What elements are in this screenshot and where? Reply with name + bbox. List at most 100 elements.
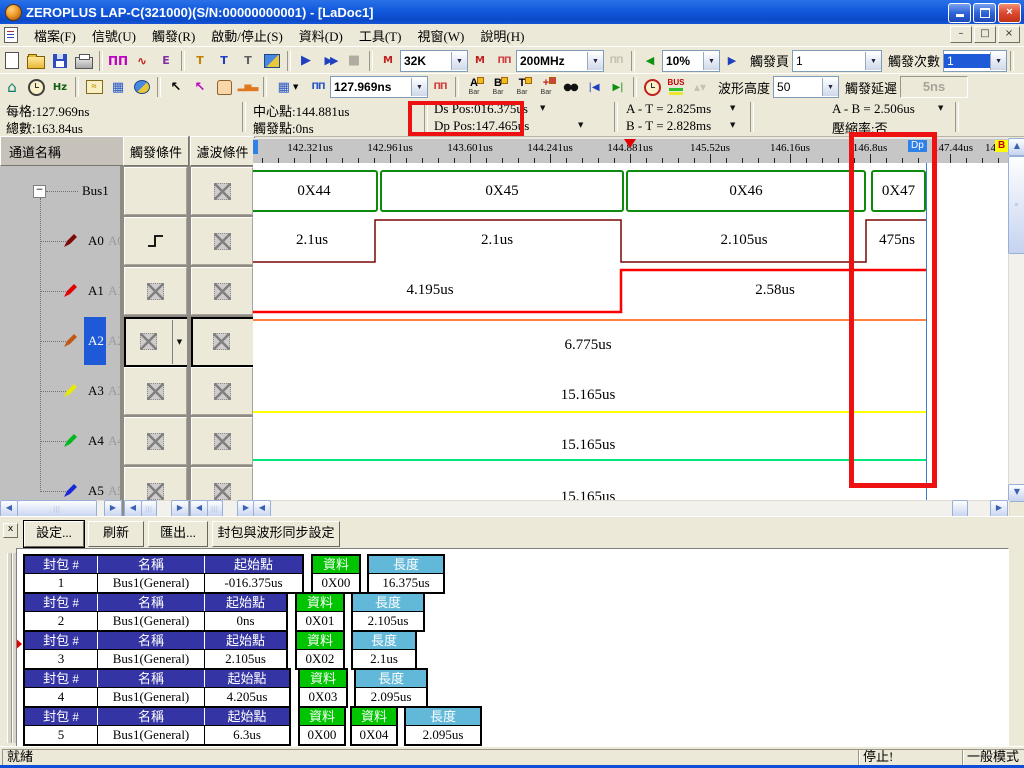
a-bar-button[interactable]: ABar: [462, 76, 486, 98]
waveform-window-button[interactable]: ≈: [82, 76, 106, 98]
time-div-dropdown-icon[interactable]: ▼: [411, 78, 427, 96]
trigger-count-combo[interactable]: 1 ▼: [943, 50, 1007, 72]
mdi-minimize-button[interactable]: –: [950, 26, 972, 43]
memory-prev-button[interactable]: M: [376, 50, 400, 72]
navigator-button[interactable]: [130, 76, 154, 98]
trigger-cell-a1[interactable]: [124, 267, 187, 315]
packet-row[interactable]: 封包 # 名稱 起始點 4 Bus1(General) 4.205us 資料 0…: [23, 668, 428, 708]
sampling-config-button[interactable]: ∿: [130, 50, 154, 72]
sampling-e-button[interactable]: E: [154, 50, 178, 72]
zoom-percent-combo[interactable]: 10% ▼: [662, 50, 720, 72]
sample-rate-combo[interactable]: 200MHz ▼: [516, 50, 604, 72]
menu-signal[interactable]: 信號(U): [84, 24, 144, 47]
filter-cell-a0[interactable]: [191, 217, 253, 265]
ds-pos-dropdown-icon[interactable]: ▼: [540, 104, 545, 112]
menu-data[interactable]: 資料(D): [291, 24, 351, 47]
b-t-dropdown-icon[interactable]: ▼: [730, 121, 735, 129]
scroll-down-icon[interactable]: ▼: [1008, 484, 1024, 502]
menu-file[interactable]: 檔案(F): [26, 24, 84, 47]
time-div-combo[interactable]: 127.969ns ▼: [330, 76, 428, 98]
packet-panel-close-icon[interactable]: x: [3, 523, 18, 538]
filter-cell-a2-selected[interactable]: [191, 317, 253, 367]
trigger-mark-2-button[interactable]: T: [212, 50, 236, 72]
goto-prev-button[interactable]: |◀: [582, 76, 606, 98]
bus-node-label[interactable]: Bus1: [82, 183, 109, 199]
zoom-in-button[interactable]: ▶: [720, 50, 744, 72]
packet-sync-button[interactable]: 封包與波形同步設定: [212, 521, 340, 547]
scroll-up-icon[interactable]: ▲: [1008, 138, 1024, 156]
packet-settings-button[interactable]: 設定...: [24, 521, 84, 547]
restore-button[interactable]: [973, 3, 996, 23]
trigger-cell-a0[interactable]: [124, 217, 187, 265]
channel-label-a5[interactable]: A5: [88, 483, 104, 499]
t-bar-button[interactable]: TBar: [510, 76, 534, 98]
bus-segment[interactable]: 0X45: [380, 170, 624, 212]
trigger-cell-a2-selected[interactable]: ▼: [124, 317, 187, 367]
menu-help[interactable]: 說明(H): [472, 24, 532, 47]
filter-cell-bus1[interactable]: [191, 167, 253, 215]
trigger-cell-a4[interactable]: [124, 417, 187, 465]
mdi-close-button[interactable]: ×: [998, 26, 1020, 43]
packet-row[interactable]: 封包 # 名稱 起始點 1 Bus1(General) -016.375us 資…: [23, 554, 445, 594]
trigger-page-combo[interactable]: 1 ▼: [792, 50, 882, 72]
minimize-button[interactable]: [948, 3, 971, 23]
bus-segment[interactable]: 0X44: [253, 170, 378, 212]
statistics-button[interactable]: ▂▅▃: [236, 76, 260, 98]
select-tool-button[interactable]: ↖: [164, 76, 188, 98]
bus-segment[interactable]: 0X46: [626, 170, 866, 212]
wave-vscroll-thumb[interactable]: ≡: [1008, 156, 1024, 254]
pulse-width-button[interactable]: [640, 76, 664, 98]
add-bar-button[interactable]: +Bar: [534, 76, 558, 98]
new-file-button[interactable]: [0, 50, 24, 72]
bus-packet-button[interactable]: BUS: [664, 76, 688, 98]
menu-window[interactable]: 視窗(W): [409, 24, 472, 47]
a-b-dropdown-icon[interactable]: ▼: [938, 104, 943, 112]
zigzag-red-button[interactable]: ПП: [428, 76, 452, 98]
packet-refresh-button[interactable]: 刷新: [88, 521, 144, 547]
trigger-count-dropdown-icon[interactable]: ▼: [990, 52, 1006, 70]
a-t-dropdown-icon[interactable]: ▼: [730, 104, 735, 112]
sample-rate-dropdown-icon[interactable]: ▼: [587, 52, 603, 70]
b-bar-tag[interactable]: B: [995, 140, 1008, 152]
menu-tools[interactable]: 工具(T): [351, 24, 410, 47]
filter-cell-a5[interactable]: [191, 467, 253, 500]
b-bar-button[interactable]: BBar: [486, 76, 510, 98]
zoom-out-button[interactable]: ◀: [638, 50, 662, 72]
noise-filter-button[interactable]: ПП: [492, 50, 516, 72]
packet-row[interactable]: 封包 # 名稱 起始點 5 Bus1(General) 6.3us 資料 0X0…: [23, 706, 482, 746]
memory-next-button[interactable]: M: [468, 50, 492, 72]
mdi-restore-button[interactable]: □: [974, 26, 996, 43]
hand-tool-button[interactable]: [212, 76, 236, 98]
stop-button[interactable]: ■: [342, 50, 366, 72]
open-file-button[interactable]: [24, 50, 48, 72]
channel-label-a3[interactable]: A3: [88, 383, 104, 399]
zigzag-blue-button[interactable]: ПП: [306, 76, 330, 98]
memory-depth-combo[interactable]: 32K ▼: [400, 50, 468, 72]
dp-pos-dropdown-icon[interactable]: ▼: [578, 121, 583, 129]
trigger-cell-a3[interactable]: [124, 367, 187, 415]
find-button[interactable]: ●●: [558, 76, 582, 98]
channel-label-a1[interactable]: A1: [88, 283, 104, 299]
listing-window-button[interactable]: ▦: [106, 76, 130, 98]
memory-depth-dropdown-icon[interactable]: ▼: [451, 52, 467, 70]
bus-edit-button[interactable]: [260, 50, 284, 72]
wave-height-dropdown-icon[interactable]: ▼: [822, 78, 838, 96]
packet-row[interactable]: 封包 # 名稱 起始點 3 Bus1(General) 2.105us 資料 0…: [23, 630, 417, 670]
close-button[interactable]: ×: [998, 3, 1021, 23]
trigger-page-dropdown-icon[interactable]: ▼: [865, 52, 881, 70]
channel-label-a4[interactable]: A4: [88, 433, 104, 449]
sampling-setup-button[interactable]: ПП: [106, 50, 130, 72]
filter-cell-a1[interactable]: [191, 267, 253, 315]
trigger-cell-dropdown-icon[interactable]: ▼: [172, 320, 186, 364]
goto-next-button[interactable]: ▶|: [606, 76, 630, 98]
zoom-percent-dropdown-icon[interactable]: ▼: [703, 52, 719, 70]
trigger-cell-a5[interactable]: [124, 467, 187, 500]
trigger-cell-bus1[interactable]: [124, 167, 187, 215]
print-button[interactable]: [72, 50, 96, 72]
filter-cell-a4[interactable]: [191, 417, 253, 465]
run-button[interactable]: ▶: [294, 50, 318, 72]
clock-button[interactable]: [24, 76, 48, 98]
trigger-mark-3-button[interactable]: T: [236, 50, 260, 72]
filter-cell-a3[interactable]: [191, 367, 253, 415]
menu-trigger[interactable]: 觸發(R): [144, 24, 203, 47]
